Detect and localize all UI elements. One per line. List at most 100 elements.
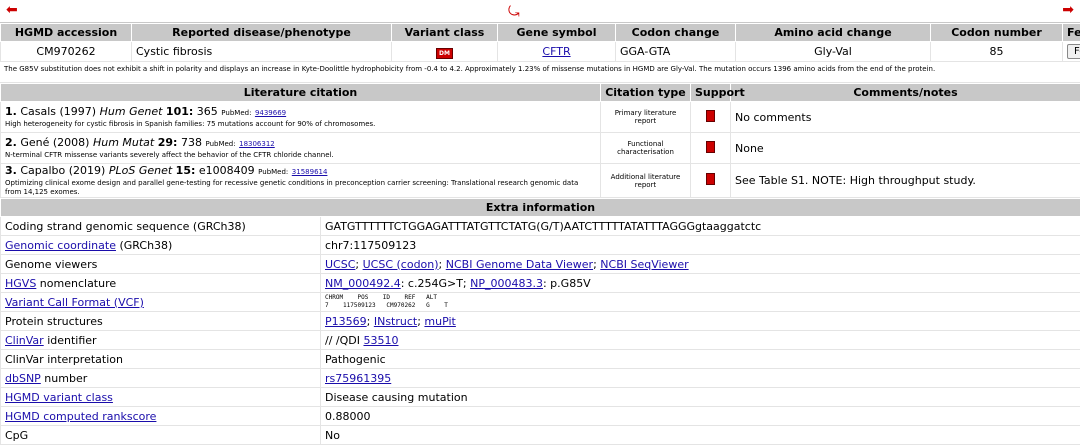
hgmd-variant-class-value: Disease causing mutation [321, 388, 1080, 407]
genome-viewers-label: Genome viewers [1, 255, 321, 274]
citation-type: Functional characterisation [601, 133, 691, 164]
citation-volume: 15: [176, 164, 196, 177]
header-literature-citation: Literature citation [1, 84, 601, 102]
hgmd-rankscore-value: 0.88000 [321, 407, 1080, 426]
comment: None [731, 133, 1080, 164]
clinvar-interpretation-label: ClinVar interpretation [1, 350, 321, 369]
pubmed-label: PubMed: [258, 168, 288, 176]
hgvs-link[interactable]: HGVS [5, 277, 36, 290]
mupit-link[interactable]: muPit [424, 315, 455, 328]
np-protein-link[interactable]: NP_000483.3 [470, 277, 543, 290]
pubmed-label: PubMed: [221, 109, 251, 117]
pubmed-link[interactable]: 31589614 [292, 168, 328, 176]
citation-journal: PLoS Genet [109, 164, 172, 177]
support-cell [691, 164, 731, 198]
citation-cell: 1. Casals (1997) Hum Genet 101: 365 PubM… [1, 102, 601, 133]
clinvar-id-link[interactable]: 53510 [363, 334, 398, 347]
accession-value: CM970262 [1, 42, 132, 62]
header-comments: Comments/notes [731, 84, 1080, 102]
genomic-coordinate-link[interactable]: Genomic coordinate [5, 239, 116, 252]
table-row: 2. Gené (2008) Hum Mutat 29: 738 PubMed:… [1, 133, 1080, 164]
comment: No comments [731, 102, 1080, 133]
dbsnp-label: dbSNP number [1, 369, 321, 388]
variant-class-cell: DM [392, 42, 498, 62]
ucsc-codon-link[interactable]: UCSC (codon) [363, 258, 439, 271]
citation-author: Gené (2008) [20, 136, 89, 149]
header-feedback: Feedback [1063, 24, 1080, 42]
table-row: Genome viewers UCSC; UCSC (codon); NCBI … [1, 255, 1080, 274]
variant-class-badge[interactable]: DM [436, 48, 453, 59]
hgmd-rankscore-link[interactable]: HGMD computed rankscore [5, 410, 156, 423]
table-row: Coding strand genomic sequence (GRCh38) … [1, 217, 1080, 236]
citation-number: 3. [5, 164, 17, 177]
aa-change-value: Gly-Val [736, 42, 931, 62]
header-codon-change: Codon change [616, 24, 736, 42]
header-gene-symbol: Gene symbol [498, 24, 616, 42]
disease-value: Cystic fibrosis [132, 42, 392, 62]
clinvar-prefix: // /QDI [325, 334, 363, 347]
dbsnp-suffix: number [41, 372, 87, 385]
hgvs-cdna: : c.254G>T; [401, 277, 470, 290]
citation-type: Additional literature report [601, 164, 691, 198]
table-row: CpG No [1, 426, 1080, 445]
genomic-coordinate-value: chr7:117509123 [321, 236, 1080, 255]
table-row: Variant Call Format (VCF) CHROM POS ID R… [1, 293, 1080, 312]
right-arrow-icon[interactable]: ➡ [1062, 3, 1074, 17]
citation-volume: 101: [166, 105, 193, 118]
header-citation-type: Citation type [601, 84, 691, 102]
feedback-button[interactable]: Feedback [1067, 44, 1080, 59]
curved-arrow-icon[interactable]: ⤿ [508, 5, 520, 19]
support-icon[interactable] [706, 141, 715, 153]
header-support: Support [691, 84, 731, 102]
cpg-label: CpG [1, 426, 321, 445]
hgmd-rankscore-label: HGMD computed rankscore [1, 407, 321, 426]
table-row: 1. Casals (1997) Hum Genet 101: 365 PubM… [1, 102, 1080, 133]
table-row: HGVS nomenclature NM_000492.4: c.254G>T;… [1, 274, 1080, 293]
clinvar-value: // /QDI 53510 [321, 331, 1080, 350]
header-codon-number: Codon number [931, 24, 1063, 42]
vcf-header: CHROM POS ID REF ALT [325, 294, 1076, 302]
hgvs-suffix: nomenclature [36, 277, 116, 290]
pubmed-link[interactable]: 18306312 [239, 140, 275, 148]
instruct-link[interactable]: INstruct [374, 315, 417, 328]
vcf-value: CHROM POS ID REF ALT7 117509123 CM970262… [321, 293, 1080, 312]
hgmd-variant-class-link[interactable]: HGMD variant class [5, 391, 113, 404]
ncbi-genome-data-viewer-link[interactable]: NCBI Genome Data Viewer [446, 258, 593, 271]
table-row: ClinVar identifier // /QDI 53510 [1, 331, 1080, 350]
header-variant-class: Variant class [392, 24, 498, 42]
citation-type: Primary literature report [601, 102, 691, 133]
citation-pages: 738 [181, 136, 202, 149]
header-extra-information: Extra information [1, 199, 1080, 217]
comment: See Table S1. NOTE: High throughput stud… [731, 164, 1080, 198]
dbsnp-link[interactable]: dbSNP [5, 372, 41, 385]
support-icon[interactable] [706, 110, 715, 122]
support-icon[interactable] [706, 173, 715, 185]
support-cell [691, 133, 731, 164]
table-row: Protein structures P13569; INstruct; muP… [1, 312, 1080, 331]
codon-change-value: GGA-GTA [616, 42, 736, 62]
left-arrow-icon[interactable]: ⬅ [6, 3, 18, 17]
clinvar-link[interactable]: ClinVar [5, 334, 44, 347]
vcf-link[interactable]: Variant Call Format (VCF) [5, 296, 144, 309]
codon-number-value: 85 [931, 42, 1063, 62]
ucsc-link[interactable]: UCSC [325, 258, 355, 271]
header-accession: HGMD accession [1, 24, 132, 42]
clinvar-interpretation-value: Pathogenic [321, 350, 1080, 369]
gene-link[interactable]: CFTR [542, 45, 570, 58]
table-row: ClinVar interpretation Pathogenic [1, 350, 1080, 369]
support-cell [691, 102, 731, 133]
clinvar-suffix: identifier [44, 334, 97, 347]
clinvar-label: ClinVar identifier [1, 331, 321, 350]
extra-information-table: Extra information Coding strand genomic … [0, 198, 1080, 445]
citation-title: High heterogeneity for cystic fibrosis i… [5, 120, 596, 129]
ncbi-seqviewer-link[interactable]: NCBI SeqViewer [600, 258, 688, 271]
citation-pages: e1008409 [199, 164, 255, 177]
table-row: HGMD computed rankscore 0.88000 [1, 407, 1080, 426]
pubmed-link[interactable]: 9439669 [255, 109, 286, 117]
vcf-row: 7 117509123 CM970262 G T [325, 302, 1076, 310]
header-disease: Reported disease/phenotype [132, 24, 392, 42]
protein-structures-links: P13569; INstruct; muPit [321, 312, 1080, 331]
nm-transcript-link[interactable]: NM_000492.4 [325, 277, 401, 290]
rsid-link[interactable]: rs75961395 [325, 372, 391, 385]
uniprot-link[interactable]: P13569 [325, 315, 367, 328]
